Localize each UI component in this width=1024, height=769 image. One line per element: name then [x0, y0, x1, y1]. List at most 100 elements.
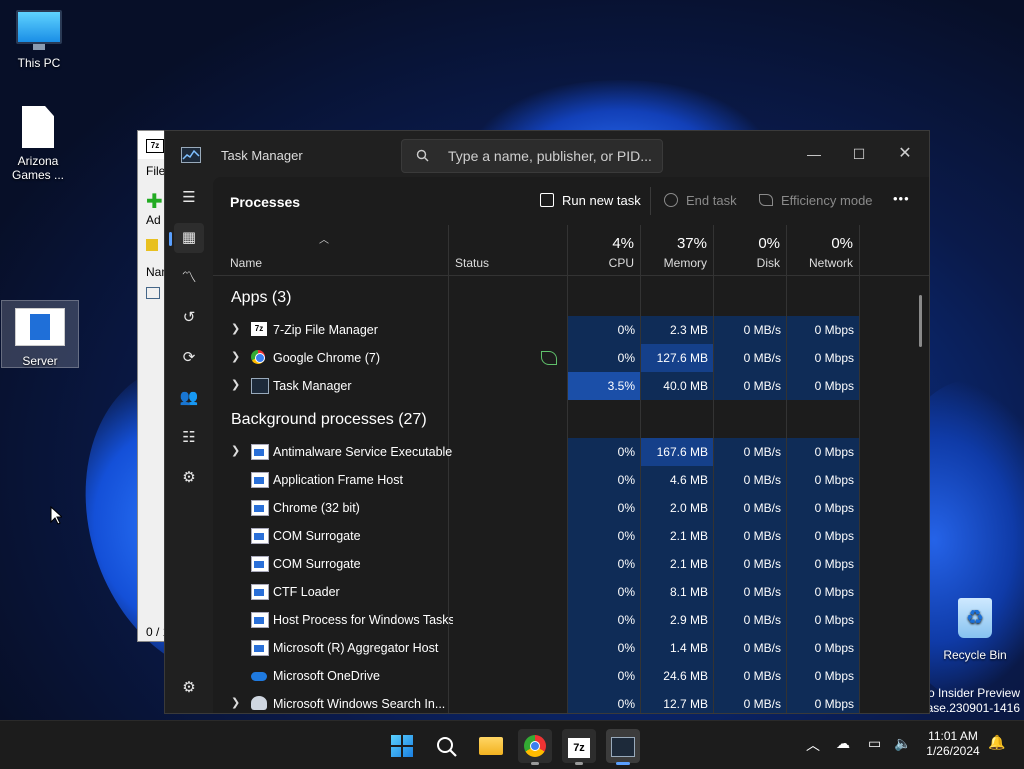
disk-value: 0 MB/s	[743, 585, 781, 599]
network-value: 0 Mbps	[814, 529, 854, 543]
monitor-icon	[16, 10, 62, 50]
process-row[interactable]: COM Surrogate 0% 2.1 MB 0 MB/s 0 Mbps	[213, 522, 919, 550]
title-bar[interactable]: Task Manager Type a name, publisher, or …	[165, 131, 929, 177]
disk-value: 0 MB/s	[743, 529, 781, 543]
column-header-label: CPU	[608, 256, 634, 270]
column-header-label: Network	[808, 256, 853, 270]
watermark-line2: ease.230901-1416	[919, 701, 1020, 715]
memory-value: 1.4 MB	[669, 641, 708, 655]
task-manager-window[interactable]: Task Manager Type a name, publisher, or …	[164, 130, 930, 714]
process-row[interactable]: CTF Loader 0% 8.1 MB 0 MB/s 0 Mbps	[213, 578, 919, 606]
search-indexer-icon	[251, 696, 267, 710]
vertical-scrollbar[interactable]	[919, 295, 922, 347]
process-row[interactable]: Microsoft (R) Aggregator Host 0% 1.4 MB …	[213, 634, 919, 662]
chevron-up-icon[interactable]: ︿	[806, 735, 820, 755]
run-new-task-button[interactable]: Run new task	[540, 193, 641, 208]
notification-bell-icon[interactable]: 🔔	[988, 734, 1005, 751]
cpu-value: 3.5%	[607, 379, 635, 393]
process-name: Task Manager	[273, 379, 352, 393]
maximize-button[interactable]: ☐	[836, 139, 882, 169]
task-manager-taskbar-button[interactable]	[606, 729, 640, 765]
process-list: Apps (3) ❯ 7z 7-Zip File Manager 0% 2.3 …	[213, 276, 919, 713]
process-row[interactable]: ❯ Antimalware Service Executable 0% 167.…	[213, 438, 919, 466]
column-header-status[interactable]: Status	[449, 225, 568, 275]
nav-startup-apps[interactable]: ⟳	[174, 343, 204, 373]
nav-users[interactable]: 👥	[174, 383, 204, 413]
folder-up-icon[interactable]	[146, 239, 158, 251]
process-row[interactable]: ❯ Google Chrome (7) 0% 127.6 MB 0 MB/s 0…	[213, 344, 919, 372]
process-row[interactable]: ❯ Microsoft Windows Search In... 0% 12.7…	[213, 690, 919, 713]
expand-chevron-icon[interactable]: ❯	[231, 444, 240, 457]
end-task-button[interactable]: End task	[664, 193, 737, 208]
network-value: 0 Mbps	[814, 379, 854, 393]
cpu-value: 0%	[617, 445, 635, 459]
exe-icon	[251, 444, 269, 460]
settings-gear-icon[interactable]: ⚙	[174, 673, 204, 703]
more-options-button[interactable]: •••	[893, 191, 910, 206]
column-header-label: Memory	[663, 256, 707, 270]
nav-services[interactable]: ⚙	[174, 463, 204, 493]
network-icon[interactable]: ▭	[868, 735, 881, 752]
volume-muted-icon[interactable]: 🔈	[894, 735, 911, 752]
column-header-name[interactable]: ︿ Name	[213, 225, 449, 275]
clock[interactable]: 11:01 AM 1/26/2024	[918, 729, 988, 759]
add-icon[interactable]: ✚	[146, 189, 163, 214]
process-row[interactable]: Application Frame Host 0% 4.6 MB 0 MB/s …	[213, 466, 919, 494]
desktop-icon-recycle-bin[interactable]: ♻ Recycle Bin	[937, 598, 1013, 662]
folder-icon	[479, 737, 503, 755]
column-header-disk[interactable]: 0% Disk	[714, 225, 787, 275]
minimize-button[interactable]: —	[791, 139, 837, 169]
column-header-memory[interactable]: 37% Memory	[641, 225, 714, 275]
search-box[interactable]: Type a name, publisher, or PID...	[401, 139, 663, 173]
process-name: Host Process for Windows Tasks	[273, 613, 453, 627]
memory-value: 127.6 MB	[656, 351, 708, 365]
column-header-cpu[interactable]: 4% CPU	[568, 225, 641, 275]
expand-chevron-icon[interactable]: ❯	[231, 350, 240, 363]
processes-panel: Processes Run new task End task Efficien…	[213, 177, 929, 713]
memory-value: 2.9 MB	[669, 613, 708, 627]
efficiency-mode-button[interactable]: Efficiency mode	[759, 193, 873, 208]
disk-value: 0 MB/s	[743, 557, 781, 571]
onedrive-offline-icon[interactable]: ☁	[836, 735, 850, 752]
running-indicator	[575, 762, 583, 765]
network-total: 0%	[831, 235, 853, 252]
process-row[interactable]: ❯ Task Manager 3.5% 40.0 MB 0 MB/s 0 Mbp…	[213, 372, 919, 400]
seven-zip-icon: 7z	[146, 139, 164, 153]
process-row[interactable]: ❯ 7z 7-Zip File Manager 0% 2.3 MB 0 MB/s…	[213, 316, 919, 344]
process-row[interactable]: Microsoft OneDrive 0% 24.6 MB 0 MB/s 0 M…	[213, 662, 919, 690]
close-button[interactable]: ✕	[882, 139, 928, 169]
disk-value: 0 MB/s	[743, 445, 781, 459]
expand-chevron-icon[interactable]: ❯	[231, 378, 240, 391]
chrome-taskbar-button[interactable]	[518, 729, 552, 765]
desktop-icon-label: Arizona Games ...	[11, 154, 64, 182]
desktop-icon-arizona-games[interactable]: Arizona Games ...	[0, 106, 76, 182]
start-button[interactable]	[385, 729, 419, 763]
process-row[interactable]: COM Surrogate 0% 2.1 MB 0 MB/s 0 Mbps	[213, 550, 919, 578]
side-navigation: ☰ ▦ 〽 ↺ ⟳ 👥 ☷ ⚙ ⚙	[165, 177, 213, 713]
nav-details[interactable]: ☷	[174, 423, 204, 453]
memory-value: 167.6 MB	[656, 445, 708, 459]
efficiency-leaf-icon	[541, 351, 557, 365]
expand-chevron-icon[interactable]: ❯	[231, 696, 240, 709]
process-row[interactable]: Chrome (32 bit) 0% 2.0 MB 0 MB/s 0 Mbps	[213, 494, 919, 522]
disk-value: 0 MB/s	[743, 613, 781, 627]
process-name: Google Chrome (7)	[273, 351, 380, 365]
search-button[interactable]	[430, 729, 464, 763]
file-explorer-button[interactable]	[474, 729, 508, 763]
expand-chevron-icon[interactable]: ❯	[231, 322, 240, 335]
nav-app-history[interactable]: ↺	[174, 303, 204, 333]
seven-zip-taskbar-button[interactable]: 7z	[562, 729, 596, 765]
nav-processes[interactable]: ▦	[169, 223, 204, 253]
column-header-network[interactable]: 0% Network	[787, 225, 860, 275]
network-value: 0 Mbps	[814, 557, 854, 571]
nav-performance[interactable]: 〽	[174, 263, 204, 293]
menu-file[interactable]: File	[146, 164, 165, 178]
desktop-icon-server[interactable]: Server	[1, 300, 79, 368]
process-row[interactable]: Host Process for Windows Tasks 0% 2.9 MB…	[213, 606, 919, 634]
hamburger-menu-icon[interactable]: ☰	[174, 183, 204, 213]
run-new-task-label: Run new task	[562, 193, 641, 208]
seven-zip-icon: 7z	[251, 322, 267, 336]
desktop-icon-this-pc[interactable]: This PC	[1, 10, 77, 70]
network-value: 0 Mbps	[814, 613, 854, 627]
toolbar-divider	[650, 187, 651, 215]
